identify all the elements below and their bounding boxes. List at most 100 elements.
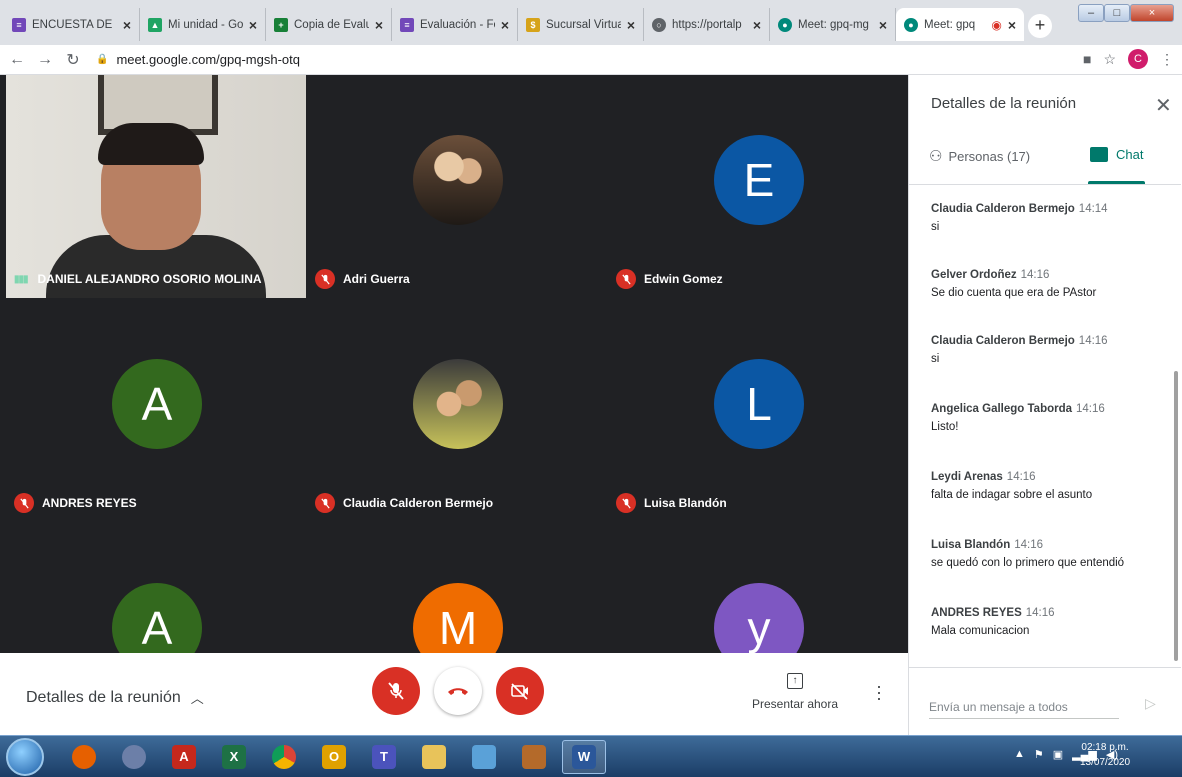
tab-people[interactable]: ⚇ Personas (17) bbox=[929, 147, 1030, 165]
browser-tab[interactable]: ● Meet: gpq-mg × bbox=[770, 8, 896, 41]
active-tab-indicator bbox=[1088, 181, 1145, 184]
lock-icon: 🔒 bbox=[96, 54, 109, 65]
taskbar-app[interactable] bbox=[412, 740, 456, 774]
browser-tab[interactable]: ○ https://portalp × bbox=[644, 8, 770, 41]
send-icon[interactable]: ▷ bbox=[1145, 695, 1156, 712]
back-icon[interactable]: ← bbox=[6, 51, 28, 69]
taskbar-app[interactable] bbox=[512, 740, 556, 774]
profile-avatar[interactable]: C bbox=[1128, 49, 1148, 69]
new-tab-button[interactable]: + bbox=[1028, 14, 1052, 38]
participant-photo bbox=[413, 359, 503, 449]
flag-icon[interactable]: ⚑ bbox=[1034, 748, 1044, 761]
participant-name: Luisa Blandón bbox=[616, 491, 727, 515]
turn-camera-button[interactable] bbox=[496, 667, 544, 715]
mute-mic-button[interactable] bbox=[372, 667, 420, 715]
browser-tab[interactable]: ≡ ENCUESTA DE × bbox=[4, 8, 140, 41]
forward-icon[interactable]: → bbox=[34, 51, 56, 69]
mic-muted-icon bbox=[315, 269, 335, 289]
browser-tab-active[interactable]: ● Meet: gpq ◉ × bbox=[896, 8, 1024, 41]
start-button[interactable] bbox=[6, 738, 44, 776]
ink-icon bbox=[472, 745, 496, 769]
close-tab-icon[interactable]: × bbox=[627, 17, 635, 33]
close-icon[interactable]: ✕ bbox=[1155, 93, 1172, 118]
browser-tab[interactable]: ▲ Mi unidad - Go × bbox=[140, 8, 266, 41]
star-icon[interactable]: ☆ bbox=[1103, 51, 1116, 68]
mic-muted-icon bbox=[14, 493, 34, 513]
chat-scrollbar[interactable] bbox=[1174, 371, 1178, 661]
browser-tab[interactable]: + Copia de Evalu × bbox=[266, 8, 392, 41]
sheets-icon: + bbox=[274, 17, 288, 32]
maximize-window-button[interactable]: □ bbox=[1104, 4, 1130, 22]
clock[interactable]: 02:18 p.m. 13/07/2020 bbox=[1080, 740, 1130, 770]
meeting-controls-bar: Detalles de la reunión ︿ ↑ Presentar aho… bbox=[0, 653, 908, 735]
close-tab-icon[interactable]: × bbox=[753, 17, 761, 33]
windows-taskbar: A X O T W ▲ ⚑ ▣ ▂▄▆ ◀) 02:18 p.m. 13/07/… bbox=[0, 735, 1182, 777]
close-tab-icon[interactable]: × bbox=[501, 17, 509, 33]
chat-message: Luisa Blandón 14:16 se quedó con lo prime… bbox=[931, 539, 1125, 569]
participant-tile[interactable]: L Luisa Blandón bbox=[608, 299, 908, 522]
chat-message: Claudia Calderon Bermejo 14:16 si bbox=[931, 335, 1108, 365]
close-tab-icon[interactable]: × bbox=[123, 17, 131, 33]
taskbar-app[interactable] bbox=[62, 740, 106, 774]
meeting-details-button[interactable]: Detalles de la reunión ︿ bbox=[26, 688, 204, 707]
taskbar-app[interactable] bbox=[112, 740, 156, 774]
chrome-icon bbox=[272, 745, 296, 769]
address-bar: ← → ↻ 🔒 meet.google.com/gpq-mgsh-otq ■ ☆… bbox=[0, 45, 1182, 75]
chat-message-input[interactable]: Envía un mensaje a todos bbox=[929, 700, 1068, 714]
browser-tab[interactable]: $ Sucursal Virtua × bbox=[518, 8, 644, 41]
leave-call-button[interactable] bbox=[434, 667, 482, 715]
participant-tile[interactable]: y bbox=[608, 523, 908, 653]
close-tab-icon[interactable]: × bbox=[879, 17, 887, 33]
browser-tab[interactable]: ≡ Evaluación - Fo × bbox=[392, 8, 518, 41]
present-now-button[interactable]: ↑ Presentar ahora bbox=[750, 673, 840, 711]
taskbar-app[interactable]: W bbox=[562, 740, 606, 774]
participant-avatar: y bbox=[714, 583, 804, 653]
participant-tile[interactable]: M bbox=[307, 523, 607, 653]
firefox-icon bbox=[72, 745, 96, 769]
participant-name: ANDRES REYES bbox=[14, 491, 137, 515]
participant-tile[interactable]: A ANDRES REYES bbox=[6, 299, 306, 522]
acrobat-icon: A bbox=[172, 745, 196, 769]
paint-icon bbox=[522, 745, 546, 769]
chevron-up-icon: ︿ bbox=[190, 691, 204, 706]
close-window-button[interactable]: × bbox=[1130, 4, 1174, 22]
speaking-indicator-icon: ▮▮▮ bbox=[14, 273, 28, 285]
menu-icon[interactable]: ⋮ bbox=[1160, 51, 1174, 68]
participant-avatar: A bbox=[112, 359, 202, 449]
excel-icon: X bbox=[222, 745, 246, 769]
taskbar-app[interactable]: T bbox=[362, 740, 406, 774]
participant-tile[interactable]: A bbox=[6, 523, 306, 653]
reload-icon[interactable]: ↻ bbox=[62, 50, 84, 70]
chat-message: Gelver Ordoñez 14:16 Se dio cuenta que er… bbox=[931, 269, 1097, 299]
minimize-window-button[interactable]: – bbox=[1078, 4, 1104, 22]
user-search-icon bbox=[122, 745, 146, 769]
mic-off-icon bbox=[388, 682, 404, 700]
close-tab-icon[interactable]: × bbox=[375, 17, 383, 33]
participant-tile[interactable]: ▮▮▮ DANIEL ALEJANDRO OSORIO MOLINA bbox=[6, 75, 306, 298]
participant-tile[interactable]: Adri Guerra bbox=[307, 75, 607, 298]
mic-muted-icon bbox=[616, 269, 636, 289]
chat-icon bbox=[1090, 147, 1108, 162]
show-hidden-icon[interactable]: ▲ bbox=[1014, 748, 1025, 761]
present-screen-icon: ↑ bbox=[787, 673, 803, 689]
taskbar-app[interactable]: O bbox=[312, 740, 356, 774]
chat-message: Angelica Gallego Taborda 14:16 Listo! bbox=[931, 403, 1105, 433]
tab-chat[interactable]: Chat bbox=[1090, 147, 1143, 162]
taskbar-app[interactable]: A bbox=[162, 740, 206, 774]
participant-avatar: E bbox=[714, 135, 804, 225]
network-icon[interactable]: ▣ bbox=[1053, 748, 1063, 761]
participant-name: Claudia Calderon Bermejo bbox=[315, 491, 493, 515]
hang-up-icon bbox=[448, 688, 468, 695]
taskbar-app[interactable]: X bbox=[212, 740, 256, 774]
participant-tile[interactable]: E Edwin Gomez bbox=[608, 75, 908, 298]
more-options-icon[interactable]: · · · bbox=[876, 677, 882, 707]
camera-icon[interactable]: ■ bbox=[1083, 51, 1091, 67]
close-tab-icon[interactable]: × bbox=[249, 17, 257, 33]
url-field[interactable]: 🔒 meet.google.com/gpq-mgsh-otq bbox=[96, 52, 300, 67]
close-tab-icon[interactable]: × bbox=[1008, 17, 1016, 33]
participant-grid: ▮▮▮ DANIEL ALEJANDRO OSORIO MOLINA Adri … bbox=[6, 75, 908, 653]
taskbar-app[interactable] bbox=[262, 740, 306, 774]
taskbar-app[interactable] bbox=[462, 740, 506, 774]
meet-icon: ● bbox=[904, 17, 918, 32]
participant-tile[interactable]: Claudia Calderon Bermejo bbox=[307, 299, 607, 522]
